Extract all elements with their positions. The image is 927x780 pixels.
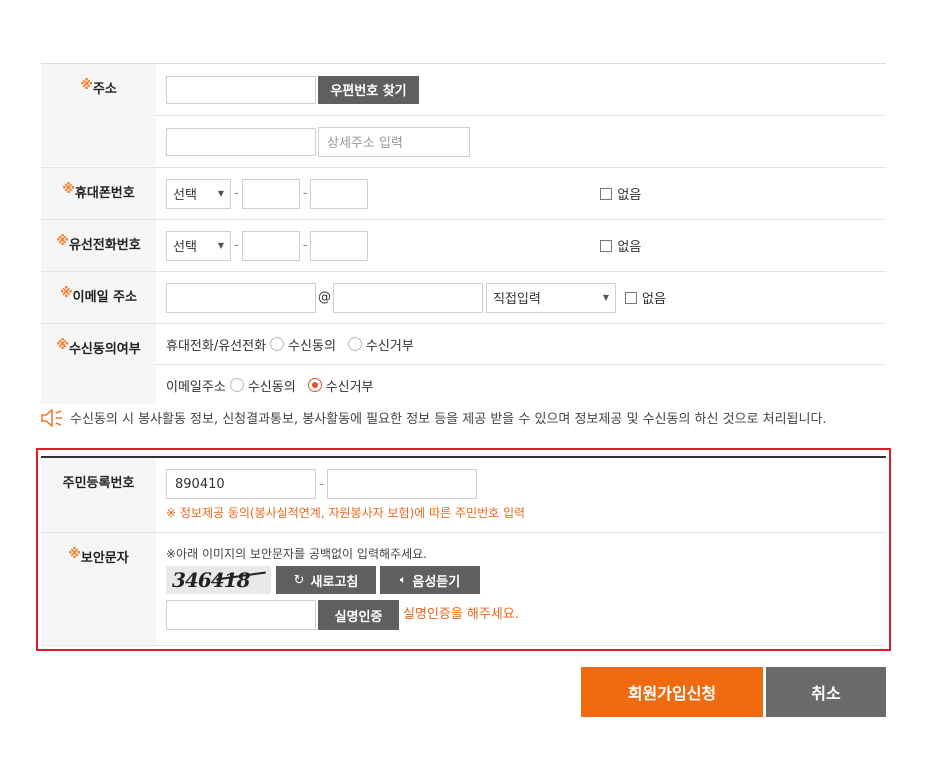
captcha-label: ※ 보안문자 xyxy=(41,533,156,645)
verify-name-button[interactable]: 실명인증 xyxy=(318,600,399,630)
resident-row: 주민등록번호 890410 - ※ 정보제공 동의(봉사실적연계, 자원봉사자 … xyxy=(41,458,886,533)
mobile-row: ※ 휴대폰번호 선택 ▼ - - 없음 xyxy=(41,168,886,220)
speaker-icon: 🔈︎ xyxy=(399,573,407,586)
consent-notice: 수신동의 시 봉사활동 정보, 신청결과통보, 봉사활동에 필요한 정보 등을 … xyxy=(40,408,827,427)
captcha-instruction: ※아래 이미지의 보안문자를 공백없이 입력해주세요. xyxy=(166,547,427,561)
consent-phone-group: 휴대전화/유선전화 수신동의 수신거부 xyxy=(166,337,414,354)
speaker-icon xyxy=(41,408,62,427)
at-sign: @ xyxy=(318,290,331,305)
verify-status: 실명인증을 해주세요. xyxy=(403,606,519,622)
submit-signup-button[interactable]: 회원가입신청 xyxy=(581,667,763,717)
address-label: ※ 주소 xyxy=(41,64,156,166)
resident-last-input[interactable] xyxy=(326,469,477,499)
consent-label: ※ 수신동의여부 xyxy=(41,324,156,404)
checkbox-icon xyxy=(600,187,613,200)
phone-agree-radio[interactable] xyxy=(270,337,285,351)
email-agree-radio[interactable] xyxy=(229,378,244,392)
chevron-down-icon: ▼ xyxy=(217,241,224,250)
landline-last-input[interactable] xyxy=(310,230,369,261)
email-domain-input[interactable] xyxy=(333,282,483,313)
form-actions: 회원가입신청 취소 xyxy=(581,667,886,717)
landline-label: ※ 유선전화번호 xyxy=(41,220,156,271)
captcha-row: ※ 보안문자 ※아래 이미지의 보안문자를 공백없이 입력해주세요. 346418… xyxy=(41,533,886,646)
cancel-button[interactable]: 취소 xyxy=(766,667,886,717)
mobile-prefix-select[interactable]: 선택 ▼ xyxy=(166,178,231,209)
captcha-image: 346418 xyxy=(166,566,271,594)
refresh-icon: ↻ xyxy=(293,572,305,588)
captcha-input[interactable] xyxy=(166,600,316,630)
address-row: ※ 주소 우편번호 찾기 상세주소 입력 xyxy=(41,64,886,168)
landline-row: ※ 유선전화번호 선택 ▼ - - 없음 xyxy=(41,220,886,272)
mobile-none-checkbox[interactable]: 없음 xyxy=(600,184,641,203)
chevron-down-icon: ▼ xyxy=(217,189,224,198)
phone-reject-radio[interactable] xyxy=(347,337,362,351)
identity-table: 주민등록번호 890410 - ※ 정보제공 동의(봉사실적연계, 자원봉사자 … xyxy=(41,456,886,646)
email-label: ※ 이메일 주소 xyxy=(41,272,156,323)
landline-prefix-select[interactable]: 선택 ▼ xyxy=(166,230,231,261)
landline-none-checkbox[interactable]: 없음 xyxy=(600,236,641,255)
checkbox-icon xyxy=(600,239,613,252)
address-base-input[interactable] xyxy=(166,127,316,156)
email-row: ※ 이메일 주소 @ 직접입력 ▼ 없음 xyxy=(41,272,886,324)
resident-label: 주민등록번호 xyxy=(41,458,156,532)
mobile-label: ※ 휴대폰번호 xyxy=(41,168,156,219)
consent-email-group: 이메일주소 수신동의 수신거부 xyxy=(156,364,886,405)
address-detail-input[interactable]: 상세주소 입력 xyxy=(318,126,470,157)
captcha-refresh-button[interactable]: ↻ 새로고침 xyxy=(276,566,376,594)
consent-row: ※ 수신동의여부 휴대전화/유선전화 수신동의 수신거부 이메일주소 수신동의 수… xyxy=(41,324,886,405)
email-none-checkbox[interactable]: 없음 xyxy=(625,288,666,307)
resident-note: ※ 정보제공 동의(봉사실적연계, 자원봉사자 보험)에 따른 주민번호 입력 xyxy=(166,506,526,520)
mobile-last-input[interactable] xyxy=(310,178,369,209)
chevron-down-icon: ▼ xyxy=(602,293,609,302)
postcode-input[interactable] xyxy=(166,75,316,104)
resident-first-input[interactable]: 890410 xyxy=(166,469,316,499)
member-form-table: ※ 주소 우편번호 찾기 상세주소 입력 ※ 휴대폰번호 선택 ▼ - - 없음… xyxy=(41,63,886,405)
checkbox-icon xyxy=(625,291,637,304)
email-reject-radio[interactable] xyxy=(307,378,322,392)
email-id-input[interactable] xyxy=(166,282,316,313)
postcode-search-button[interactable]: 우편번호 찾기 xyxy=(318,75,419,104)
captcha-audio-button[interactable]: 🔈︎ 음성듣기 xyxy=(380,566,480,594)
landline-middle-input[interactable] xyxy=(241,230,300,261)
mobile-middle-input[interactable] xyxy=(241,178,300,209)
email-domain-select[interactable]: 직접입력 ▼ xyxy=(486,282,616,313)
